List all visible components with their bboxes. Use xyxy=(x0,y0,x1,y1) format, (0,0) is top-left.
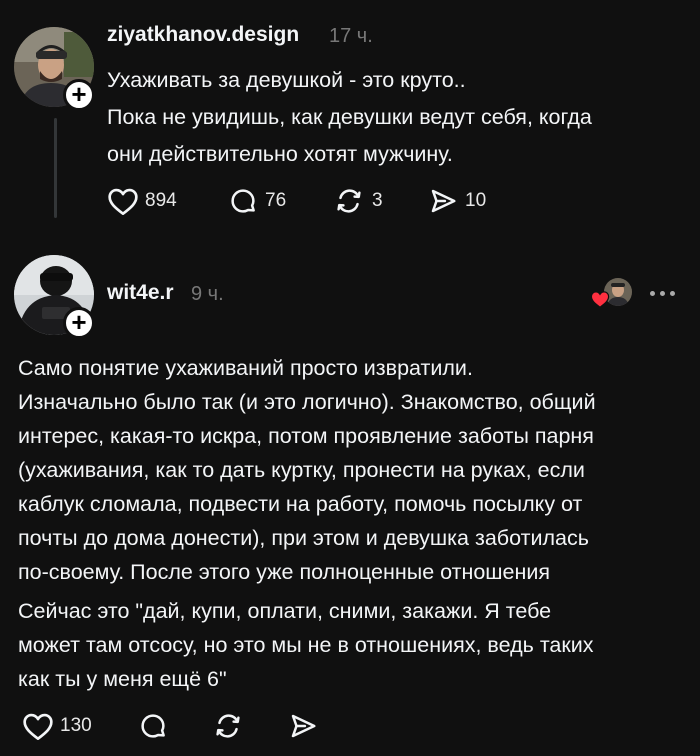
share-icon xyxy=(431,189,456,213)
repost-icon xyxy=(337,189,361,213)
post-text-line: интерес, какая-то искра, потом проявлени… xyxy=(18,424,594,448)
post-text-line: (ухаживания, как то дать куртку, пронест… xyxy=(18,458,585,482)
comment-button[interactable] xyxy=(137,711,169,741)
liked-by-indicator[interactable] xyxy=(590,278,634,310)
post-text-line: может там отсосу, но это мы не в отношен… xyxy=(18,633,594,657)
share-icon xyxy=(291,714,316,738)
more-options-button[interactable] xyxy=(650,291,675,296)
share-button[interactable]: 10 xyxy=(427,186,486,216)
post-text-line: каблук сломала, подвести на работу, помо… xyxy=(18,492,583,516)
post-text-line: как ты у меня ещё 6" xyxy=(18,667,227,691)
post-text-line: Изначально было так (и это логично). Зна… xyxy=(18,390,596,414)
like-count: 894 xyxy=(145,190,177,211)
heart-icon xyxy=(23,713,53,741)
username[interactable]: wit4e.r xyxy=(107,281,174,305)
post-text-line: Пока не увидишь, как девушки ведут себя,… xyxy=(107,105,592,129)
repost-count: 3 xyxy=(372,190,383,211)
plus-icon: + xyxy=(71,307,87,337)
comment-count: 76 xyxy=(265,190,287,211)
post-text-line: они действительно хотят мужчину. xyxy=(107,142,453,166)
liked-by-heart-icon xyxy=(590,291,610,308)
repost-button[interactable] xyxy=(211,711,245,741)
share-button[interactable] xyxy=(287,711,319,741)
repost-icon xyxy=(216,714,240,738)
post-text-line: Само понятие ухаживаний просто извратили… xyxy=(18,356,473,380)
thread-line xyxy=(54,118,57,218)
heart-icon xyxy=(108,188,138,216)
plus-icon: + xyxy=(71,79,87,109)
like-button[interactable]: 894 xyxy=(107,186,177,216)
repost-button[interactable]: 3 xyxy=(332,186,383,216)
username[interactable]: ziyatkhanov.design xyxy=(107,23,299,47)
post-text-line: Сейчас это "дай, купи, оплати, сними, за… xyxy=(18,599,552,623)
like-button[interactable]: 130 xyxy=(22,711,92,741)
post-text-line: Ухаживать за девушкой - это круто.. xyxy=(107,68,466,92)
post-time: 9 ч. xyxy=(191,283,224,305)
like-count: 130 xyxy=(60,715,92,736)
follow-plus-button[interactable]: + xyxy=(63,307,95,339)
comment-button[interactable]: 76 xyxy=(227,186,286,216)
post-time: 17 ч. xyxy=(329,25,373,47)
post-text-line: почты до дома донести), при этом и девуш… xyxy=(18,526,589,550)
follow-plus-button[interactable]: + xyxy=(63,79,95,111)
post-text-line: по-своему. После этого уже полноценные о… xyxy=(18,560,551,584)
share-count: 10 xyxy=(465,190,487,211)
comment-icon xyxy=(231,189,255,213)
comment-icon xyxy=(141,714,165,738)
more-icon xyxy=(650,291,655,296)
